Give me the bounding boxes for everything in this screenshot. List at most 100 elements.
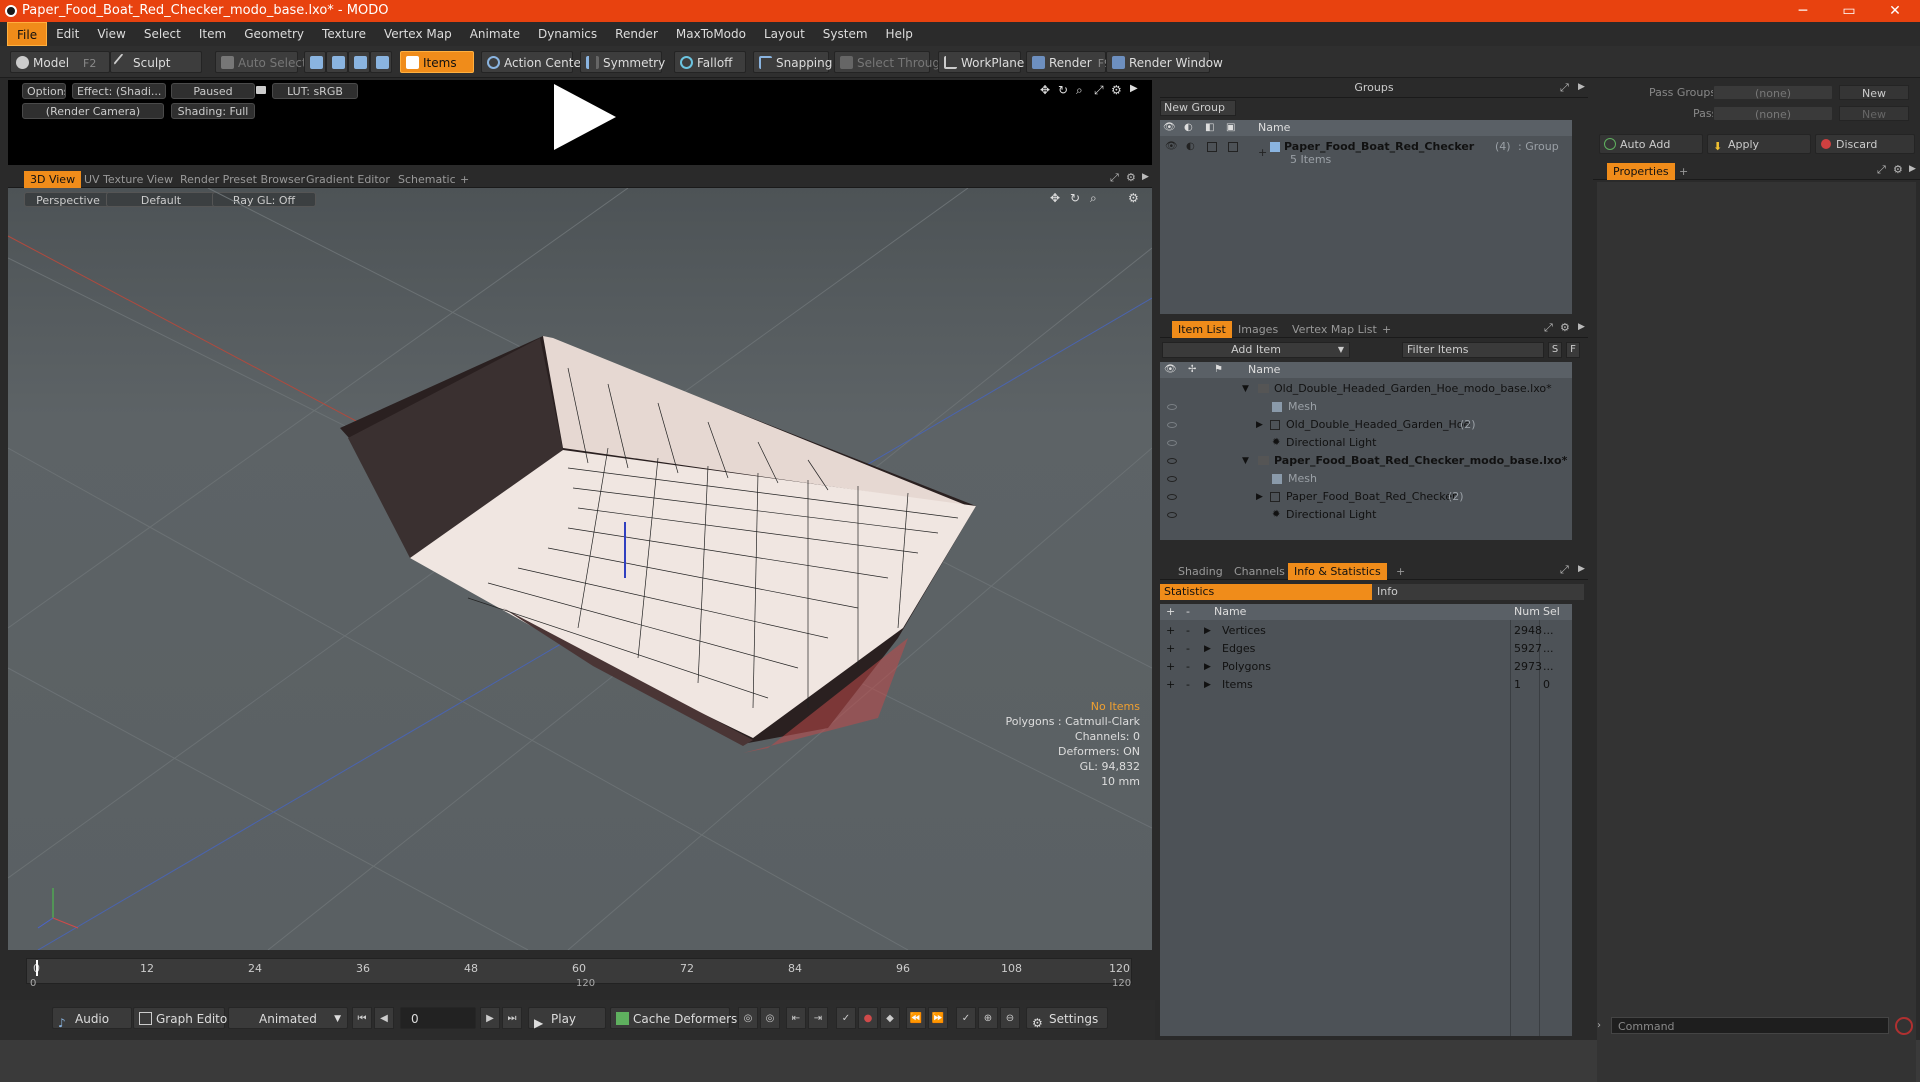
menu-view[interactable]: View: [88, 22, 134, 46]
select-through-button[interactable]: Select Through: [834, 51, 948, 73]
group-render-icon[interactable]: ◐: [1186, 138, 1195, 156]
tab-gradient-editor[interactable]: Gradient Editor: [300, 171, 396, 188]
tab-uv-texture-view[interactable]: UV Texture View: [78, 171, 179, 188]
passes-dropdown[interactable]: (none): [1713, 106, 1833, 121]
menu-vertex-map[interactable]: Vertex Map: [375, 22, 461, 46]
preview-pan-icon[interactable]: ✥: [1040, 83, 1050, 97]
polygons-mode-button[interactable]: [348, 51, 370, 73]
next-key-button[interactable]: ⇥: [808, 1007, 828, 1029]
viewtabs-gear-icon[interactable]: ⚙: [1126, 171, 1136, 184]
expand-arrow-icon[interactable]: ▶: [1204, 640, 1211, 658]
menu-file[interactable]: File: [7, 22, 48, 46]
frame-input[interactable]: 0: [400, 1007, 476, 1029]
visibility-eye-icon[interactable]: [1167, 476, 1177, 482]
lock-icon[interactable]: [256, 86, 266, 94]
groups-list[interactable]: 👁 ◐ ◧ ▣ Name 👁 ◐ + Paper_Food_Boat_Red_C…: [1160, 120, 1572, 314]
graph-editor-button[interactable]: Graph Editor: [133, 1007, 232, 1029]
falloff-button[interactable]: Falloff: [674, 51, 746, 73]
apply-button[interactable]: ⬇ Apply: [1707, 134, 1811, 154]
list-item[interactable]: ▶ Old_Double_Headed_Garden_Hoe (2): [1160, 416, 1572, 434]
add-panel-tab-button[interactable]: +: [1376, 321, 1397, 338]
remove-selection-icon[interactable]: -: [1186, 622, 1190, 640]
expand-arrow-icon[interactable]: ▶: [1256, 416, 1263, 434]
materials-mode-button[interactable]: [370, 51, 392, 73]
table-row[interactable]: + - ▶ Edges 5927 ...: [1160, 640, 1572, 658]
menu-select[interactable]: Select: [135, 22, 190, 46]
preview-options-button[interactable]: Options: [22, 83, 66, 99]
menu-system[interactable]: System: [814, 22, 877, 46]
remove-selection-icon[interactable]: -: [1186, 640, 1190, 658]
expand-arrow-icon[interactable]: ▶: [1204, 658, 1211, 676]
command-input[interactable]: Command: [1611, 1017, 1889, 1034]
preview-maximize-icon[interactable]: ⤢: [1094, 83, 1104, 98]
group-lock-box[interactable]: [1207, 142, 1217, 152]
menu-dynamics[interactable]: Dynamics: [529, 22, 606, 46]
menu-layout[interactable]: Layout: [755, 22, 814, 46]
expand-arrow-icon[interactable]: ▼: [1242, 380, 1249, 398]
lut-dropdown[interactable]: LUT: sRGB: [272, 83, 358, 99]
tab-channels[interactable]: Channels: [1228, 563, 1291, 580]
visibility-eye-icon[interactable]: [1167, 404, 1177, 410]
add-tab-button[interactable]: +: [454, 171, 475, 188]
auto-add-button[interactable]: Auto Add: [1599, 134, 1703, 154]
add-selection-icon[interactable]: +: [1166, 640, 1175, 658]
render-button[interactable]: Render F9: [1026, 51, 1111, 73]
group-visibility-icon[interactable]: 👁: [1165, 138, 1178, 156]
statistics-subtab[interactable]: Statistics: [1160, 584, 1372, 600]
play-button[interactable]: ▶ Play: [528, 1007, 606, 1030]
group-row[interactable]: 👁 ◐ + Paper_Food_Boat_Red_Checker (4) : …: [1160, 138, 1572, 168]
tab-3d-view[interactable]: 3D View: [24, 171, 82, 188]
channel-key-button-2[interactable]: ⊕: [978, 1007, 998, 1029]
command-history-icon[interactable]: [1895, 1017, 1913, 1035]
group-select-box[interactable]: [1228, 142, 1238, 152]
new-group-button[interactable]: New Group: [1160, 100, 1236, 116]
prev-frame-button[interactable]: ◀: [374, 1007, 394, 1029]
play-icon[interactable]: [554, 84, 616, 150]
tab-vertex-map-list[interactable]: Vertex Map List: [1286, 321, 1383, 338]
preview-paused-button[interactable]: Paused: [171, 83, 255, 99]
viewtabs-maximize-icon[interactable]: ⤢: [1110, 171, 1119, 185]
minimize-button[interactable]: ─: [1780, 0, 1826, 22]
shading-dropdown[interactable]: Shading: Full: [171, 103, 255, 119]
record-button[interactable]: ●: [858, 1007, 878, 1029]
tab-item-list[interactable]: Item List: [1172, 321, 1232, 338]
sculpt-mode-button[interactable]: Sculpt: [110, 51, 202, 73]
key-icon-1[interactable]: ◎: [738, 1007, 758, 1029]
preview-rotate-icon[interactable]: ↻: [1058, 83, 1068, 97]
visibility-eye-icon[interactable]: [1167, 422, 1177, 428]
model-mode-button[interactable]: Model F2: [10, 51, 110, 73]
list-item[interactable]: ✹ Directional Light: [1160, 434, 1572, 452]
workplane-button[interactable]: WorkPlane: [938, 51, 1024, 73]
itemlist-arrow-icon[interactable]: ▶: [1578, 322, 1585, 332]
discard-button[interactable]: Discard: [1815, 134, 1915, 154]
first-frame-button[interactable]: ⏮: [352, 1007, 372, 1029]
properties-arrow-icon[interactable]: ▶: [1909, 164, 1916, 174]
properties-maximize-icon[interactable]: ⤢: [1877, 163, 1886, 177]
vertices-mode-button[interactable]: [304, 51, 326, 73]
cache-deformers-button[interactable]: Cache Deformers: [610, 1007, 737, 1029]
menu-edit[interactable]: Edit: [47, 22, 88, 46]
edges-mode-button[interactable]: [326, 51, 348, 73]
symmetry-button[interactable]: Symmetry: [580, 51, 665, 73]
tab-info-statistics[interactable]: Info & Statistics: [1288, 563, 1387, 580]
snapping-button[interactable]: Snapping: [753, 51, 832, 73]
settings-button[interactable]: ⚙ Settings: [1026, 1007, 1108, 1030]
next-frame-button[interactable]: ▶: [480, 1007, 500, 1029]
table-row[interactable]: + - ▶ Items 1 0: [1160, 676, 1572, 694]
auto-key-button[interactable]: ✓: [836, 1007, 856, 1029]
render-window-button[interactable]: Render Window: [1106, 51, 1223, 73]
groups-arrow-icon[interactable]: ▶: [1578, 82, 1585, 92]
menu-animate[interactable]: Animate: [461, 22, 529, 46]
tab-shading[interactable]: Shading: [1172, 563, 1229, 580]
key-icon-2[interactable]: ◎: [760, 1007, 780, 1029]
menu-texture[interactable]: Texture: [313, 22, 375, 46]
itemlist-maximize-icon[interactable]: ⤢: [1544, 321, 1553, 335]
visibility-eye-icon[interactable]: [1167, 512, 1177, 518]
table-row[interactable]: + - ▶ Vertices 2948 ...: [1160, 622, 1572, 640]
preview-zoom-icon[interactable]: ⌕: [1076, 83, 1083, 98]
expand-arrow-icon[interactable]: ▶: [1204, 676, 1211, 694]
list-item[interactable]: Mesh: [1160, 398, 1572, 416]
new-pass-group-button[interactable]: New: [1839, 85, 1909, 100]
expand-arrow-icon[interactable]: ▶: [1256, 488, 1263, 506]
menu-render[interactable]: Render: [606, 22, 667, 46]
